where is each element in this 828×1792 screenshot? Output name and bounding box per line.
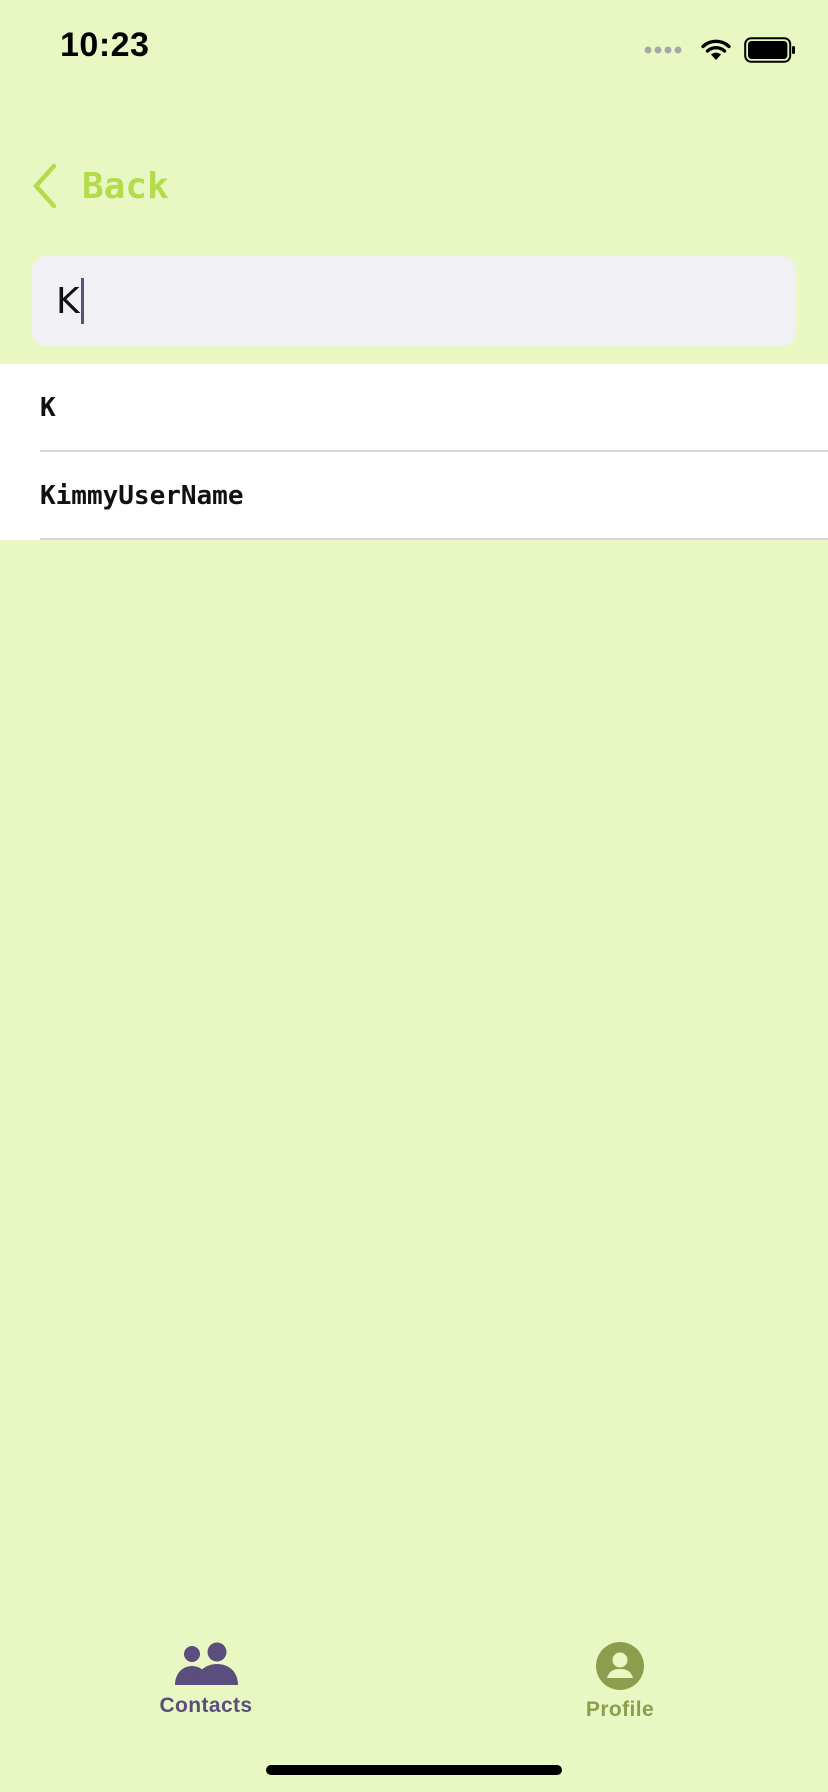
search-results-list: K KimmyUserName [0,364,828,540]
list-item-label: KimmyUserName [40,481,244,511]
text-caret [80,278,84,324]
battery-icon [744,37,795,63]
tab-profile-label: Profile [585,1698,655,1721]
tab-contacts[interactable]: Contacts [106,1630,306,1740]
back-button[interactable]: Back [30,158,169,214]
back-label: Back [82,165,169,207]
chevron-left-icon [33,163,57,209]
search-input[interactable]: K [32,256,796,346]
search-input-value: K [56,280,80,322]
status-bar: 10:23 [0,0,828,100]
wifi-icon [701,39,731,60]
cellular-signal-icon [644,46,682,54]
status-time: 10:23 [60,26,150,64]
list-item-label: K [40,393,56,423]
status-icons [644,36,796,64]
tab-profile[interactable]: Profile [520,1630,720,1740]
home-indicator [266,1765,562,1775]
list-item[interactable]: K [0,364,828,452]
tab-contacts-label: Contacts [159,1694,253,1717]
list-item[interactable]: KimmyUserName [0,452,828,540]
tab-bar: Contacts Profile [0,1630,828,1740]
profile-icon [596,1642,644,1690]
contacts-icon [175,1642,238,1685]
